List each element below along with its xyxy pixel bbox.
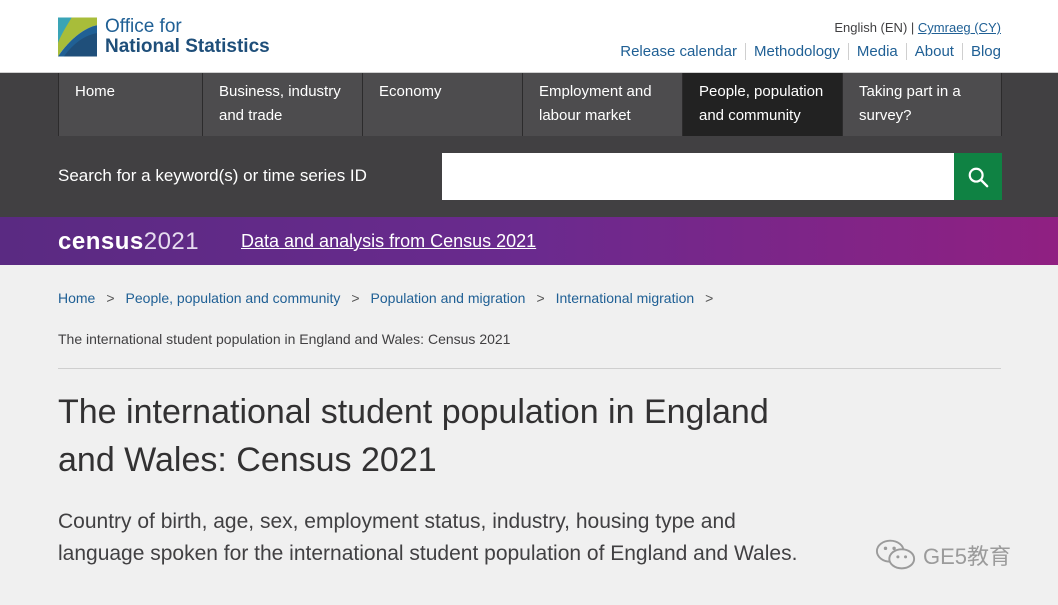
nav-label-2: survey? bbox=[859, 107, 912, 124]
search-button[interactable] bbox=[954, 153, 1002, 200]
top-links: Release calendar Methodology Media About… bbox=[620, 43, 1001, 60]
ons-logo[interactable]: Office for National Statistics bbox=[58, 17, 270, 57]
census-data-link[interactable]: Data and analysis from Census 2021 bbox=[241, 231, 536, 252]
divider bbox=[58, 368, 1001, 369]
lang-separator: | bbox=[910, 20, 915, 35]
nav-item-people[interactable]: People, population and community bbox=[682, 73, 842, 136]
breadcrumb-international-migration[interactable]: International migration bbox=[556, 290, 695, 306]
watermark: GE5教育 bbox=[875, 537, 1011, 573]
census-banner: census2021 Data and analysis from Census… bbox=[0, 217, 1058, 265]
nav-label-2: and trade bbox=[219, 107, 283, 124]
nav-label: People, population bbox=[699, 83, 824, 100]
breadcrumb-people[interactable]: People, population and community bbox=[126, 290, 341, 306]
nav-label-2: labour market bbox=[539, 107, 631, 124]
nav-item-economy[interactable]: Economy bbox=[362, 73, 522, 136]
media-link[interactable]: Media bbox=[847, 43, 906, 60]
nav-item-employment[interactable]: Employment and labour market bbox=[522, 73, 682, 136]
breadcrumb-home[interactable]: Home bbox=[58, 290, 95, 306]
nav-label: Economy bbox=[379, 83, 442, 100]
lang-welsh-link[interactable]: Cymraeg (CY) bbox=[918, 20, 1001, 35]
watermark-text: GE5教育 bbox=[923, 544, 1012, 569]
search-label: Search for a keyword(s) or time series I… bbox=[58, 166, 367, 185]
nav-label: Business, industry bbox=[219, 83, 341, 100]
blog-link[interactable]: Blog bbox=[961, 43, 1001, 60]
nav-label: Employment and bbox=[539, 83, 652, 100]
census-2021-logo[interactable]: census2021 bbox=[58, 228, 199, 256]
ons-logo-icon bbox=[58, 17, 97, 57]
breadcrumb-current: The international student population in … bbox=[58, 331, 511, 347]
primary-nav: Home Business, industry and trade Econom… bbox=[0, 73, 1058, 137]
wechat-icon bbox=[875, 539, 916, 570]
search-icon bbox=[968, 167, 989, 187]
nav-item-home[interactable]: Home bbox=[58, 73, 202, 136]
nav-item-business[interactable]: Business, industry and trade bbox=[202, 73, 362, 136]
nav-label: Taking part in a bbox=[859, 83, 961, 100]
census-logo-year: 2021 bbox=[143, 228, 200, 255]
logo-line-2: National Statistics bbox=[105, 36, 270, 57]
search-input[interactable] bbox=[442, 153, 954, 200]
breadcrumb-separator: > bbox=[536, 290, 545, 306]
breadcrumb-separator: > bbox=[351, 290, 360, 306]
nav-item-survey[interactable]: Taking part in a survey? bbox=[842, 73, 1002, 136]
nav-label-2: and community bbox=[699, 107, 801, 124]
nav-label: Home bbox=[75, 83, 116, 100]
about-link[interactable]: About bbox=[905, 43, 962, 60]
ons-logo-text: Office for National Statistics bbox=[105, 17, 270, 57]
site-header: Office for National Statistics English (… bbox=[0, 0, 1058, 73]
page-title: The international student population in … bbox=[58, 393, 769, 479]
release-calendar-link[interactable]: Release calendar bbox=[620, 43, 745, 60]
logo-line-1: Office for bbox=[105, 16, 182, 37]
lang-current: English (EN) bbox=[834, 20, 908, 35]
breadcrumb: Home > People, population and community … bbox=[58, 290, 724, 306]
breadcrumb-separator: > bbox=[106, 290, 115, 306]
census-logo-word: census bbox=[58, 228, 144, 255]
breadcrumb-population-migration[interactable]: Population and migration bbox=[371, 290, 526, 306]
methodology-link[interactable]: Methodology bbox=[745, 43, 848, 60]
breadcrumb-separator: > bbox=[705, 290, 714, 306]
search-bar: Search for a keyword(s) or time series I… bbox=[0, 137, 1058, 217]
language-switcher: English (EN) | Cymraeg (CY) bbox=[834, 20, 1001, 35]
page-lede: Country of birth, age, sex, employment s… bbox=[58, 510, 798, 565]
